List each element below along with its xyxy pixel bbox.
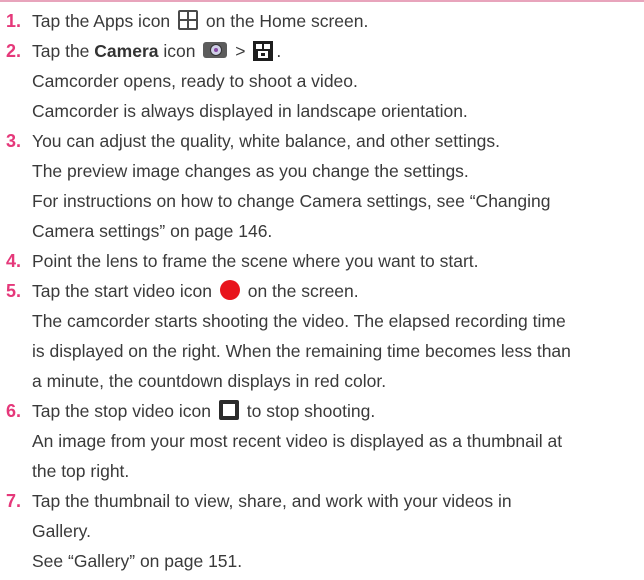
step-text: to stop shooting. [246,401,376,421]
step-7-detail: See “Gallery” on page 151. [32,551,243,571]
manual-page: 1. Tap the Apps icon on the Home screen. … [0,0,644,580]
record-icon [219,280,240,301]
step-3-detail: For instructions on how to change Camera… [32,191,551,211]
step-text: Point the lens to frame the scene where … [32,251,479,271]
step-2: 2. Tap the Camera icon > . [6,36,642,66]
step-list: 1. Tap the Apps icon on the Home screen. … [6,6,642,576]
step-6: 6. Tap the stop video icon to stop shooti… [6,396,642,426]
period: . [276,41,282,61]
step-number: 5. [6,281,22,301]
step-number: 7. [6,491,22,511]
step-6-detail: the top right. [32,461,130,481]
step-number: 2. [6,41,22,61]
top-divider [0,0,644,2]
separator: > [235,41,246,61]
camera-label: Camera [94,41,159,61]
step-text: Tap the Apps icon [32,11,171,31]
step-7: 7. Tap the thumbnail to view, share, and … [6,486,642,516]
step-4: 4. Point the lens to frame the scene wher… [6,246,642,276]
step-6-detail: An image from your most recent video is … [32,431,563,451]
step-text: You can adjust the quality, white balanc… [32,131,500,151]
step-3-detail: Camera settings” on page 146. [32,221,273,241]
step-5-detail: a minute, the countdown displays in red … [32,371,387,391]
camera-icon [203,42,228,59]
step-number: 4. [6,251,22,271]
stop-icon [218,400,239,421]
camcorder-icon [253,40,274,62]
step-number: 3. [6,131,22,151]
step-2-detail: Camcorder is always displayed in landsca… [32,101,468,121]
step-text: Tap the thumbnail to view, share, and wo… [32,491,512,511]
step-text: on the Home screen. [205,11,369,31]
step-3: 3. You can adjust the quality, white bala… [6,126,642,156]
step-text: Tap the start video icon [32,281,212,301]
step-3-detail: The preview image changes as you change … [32,161,469,181]
step-1: 1. Tap the Apps icon on the Home screen. [6,6,642,36]
step-number: 1. [6,11,22,31]
step-number: 6. [6,401,22,421]
step-2-detail: Camcorder opens, ready to shoot a video. [32,71,358,91]
step-text: icon [163,41,196,61]
step-text: on the screen. [247,281,359,301]
step-text: Tap the [32,41,90,61]
step-text: Tap the stop video icon [32,401,212,421]
step-5-detail: is displayed on the right. When the rema… [32,341,571,361]
step-5: 5. Tap the start video icon on the screen… [6,276,642,306]
step-7-detail: Gallery. [32,521,91,541]
apps-grid-icon [178,10,199,31]
step-5-detail: The camcorder starts shooting the video.… [32,311,566,331]
